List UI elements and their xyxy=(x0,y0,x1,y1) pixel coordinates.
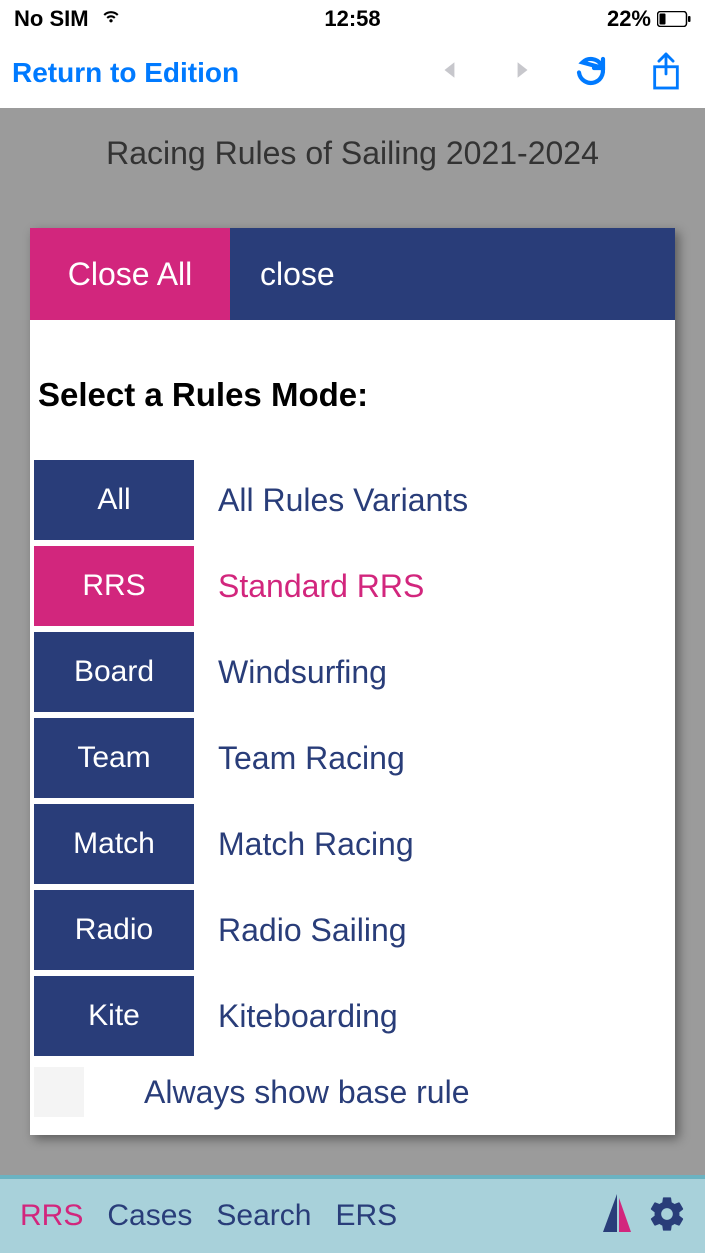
settings-icon[interactable] xyxy=(647,1194,687,1239)
always-show-label: Always show base rule xyxy=(144,1074,469,1111)
tab-cases[interactable]: Cases xyxy=(95,1199,204,1233)
wifi-icon xyxy=(99,4,123,34)
status-bar: No SIM 12:58 22% xyxy=(0,0,705,38)
sim-status: No SIM xyxy=(14,6,89,32)
tab-bar: RRS Cases Search ERS xyxy=(0,1175,705,1253)
mode-row-radio: Radio Radio Sailing xyxy=(34,890,671,970)
page-title: Racing Rules of Sailing 2021-2024 xyxy=(106,135,599,172)
page-title-area: Racing Rules of Sailing 2021-2024 xyxy=(0,108,705,198)
battery-icon xyxy=(657,11,691,27)
clock: 12:58 xyxy=(324,6,380,32)
reload-icon[interactable] xyxy=(573,53,609,94)
share-icon[interactable] xyxy=(649,51,683,96)
sail-logo-icon[interactable] xyxy=(597,1192,637,1241)
mode-button-match[interactable]: Match xyxy=(34,804,194,884)
modal-header: Close All close xyxy=(30,228,675,320)
mode-button-rrs[interactable]: RRS xyxy=(34,546,194,626)
rules-mode-modal: Close All close Select a Rules Mode: All… xyxy=(30,228,675,1135)
always-show-checkbox[interactable] xyxy=(34,1067,84,1117)
mode-row-match: Match Match Racing xyxy=(34,804,671,884)
mode-label-team: Team Racing xyxy=(194,740,405,777)
modal-prompt: Select a Rules Mode: xyxy=(34,376,671,414)
tab-ers[interactable]: ERS xyxy=(323,1199,409,1233)
mode-label-kite: Kiteboarding xyxy=(194,998,398,1035)
mode-row-rrs: RRS Standard RRS xyxy=(34,546,671,626)
tab-rrs[interactable]: RRS xyxy=(8,1199,95,1233)
mode-label-radio: Radio Sailing xyxy=(194,912,407,949)
mode-button-board[interactable]: Board xyxy=(34,632,194,712)
back-button[interactable]: Return to Edition xyxy=(12,57,439,89)
mode-button-team[interactable]: Team xyxy=(34,718,194,798)
mode-label-match: Match Racing xyxy=(194,826,414,863)
mode-row-team: Team Team Racing xyxy=(34,718,671,798)
close-button[interactable]: close xyxy=(230,228,675,320)
nav-prev-icon[interactable] xyxy=(439,59,461,88)
mode-label-board: Windsurfing xyxy=(194,654,387,691)
nav-bar: Return to Edition xyxy=(0,38,705,108)
mode-row-all: All All Rules Variants xyxy=(34,460,671,540)
nav-next-icon[interactable] xyxy=(511,59,533,88)
mode-label-all: All Rules Variants xyxy=(194,482,468,519)
mode-row-kite: Kite Kiteboarding xyxy=(34,976,671,1056)
close-all-button[interactable]: Close All xyxy=(30,228,230,320)
tab-search[interactable]: Search xyxy=(204,1199,323,1233)
mode-button-kite[interactable]: Kite xyxy=(34,976,194,1056)
mode-row-board: Board Windsurfing xyxy=(34,632,671,712)
battery-percent: 22% xyxy=(607,6,651,32)
mode-label-rrs: Standard RRS xyxy=(194,568,424,605)
mode-button-all[interactable]: All xyxy=(34,460,194,540)
always-show-row: Always show base rule xyxy=(34,1062,671,1122)
mode-button-radio[interactable]: Radio xyxy=(34,890,194,970)
